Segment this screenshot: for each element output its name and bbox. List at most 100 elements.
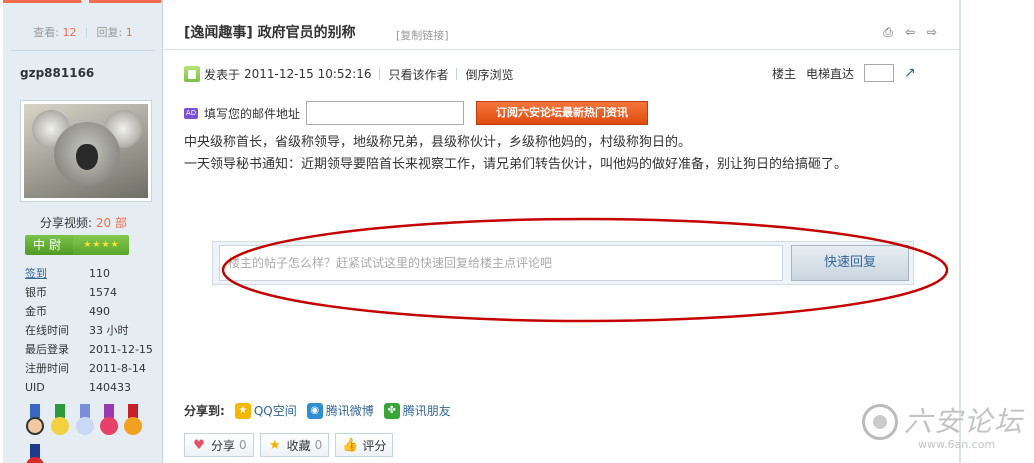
info-value: 33 小时: [89, 324, 129, 337]
email-field[interactable]: [306, 101, 465, 125]
info-row: UID 140433: [25, 378, 155, 397]
share-video-stat[interactable]: 分享视频: 20 部: [40, 214, 127, 231]
user-info-table: 签到 110 银币 1574 金币 490 在线时间 33 小时 最后登录 20…: [25, 264, 155, 397]
medal-icon[interactable]: [25, 404, 45, 442]
koala-nose: [76, 144, 98, 170]
info-row: 银币 1574: [25, 283, 155, 302]
favorite-count: 0: [314, 438, 323, 452]
info-key: 最后登录: [25, 343, 69, 356]
info-row: 注册时间 2011-8-14: [25, 359, 155, 378]
favorite-button-label: 收藏: [286, 438, 311, 453]
info-row: 在线时间 33 小时: [25, 321, 155, 340]
medal-icon[interactable]: [123, 404, 143, 442]
username[interactable]: gzp881166: [20, 66, 94, 80]
share-row: 分享到: ★ QQ空间 ◉ 腾讯微博 ✤ 腾讯朋友: [184, 402, 451, 419]
share-label: 分享到:: [184, 404, 225, 418]
info-key: 银币: [25, 286, 47, 299]
page-border: [960, 0, 961, 463]
info-key: UID: [25, 381, 45, 394]
rate-button-label: 评分: [362, 438, 387, 453]
star-icon: ★: [110, 239, 119, 250]
share-tencent-weibo[interactable]: ◉ 腾讯微博: [306, 402, 374, 419]
email-label: 填写您的邮件地址: [204, 106, 301, 121]
post-title-bar: [逸闻趣事] 政府官员的别称 [复制链接] ⎙ ⇦ ⇨: [164, 0, 960, 50]
thread-stats: 查看: 12 回复: 1: [3, 0, 163, 50]
rank-name: 中尉: [25, 235, 73, 255]
info-value: 2011-12-15: [89, 343, 153, 356]
post-paragraph: 中央级称首长，省级称领导，地级称兄弟，县级称伙计，乡级称他妈的，村级称狗日的。: [184, 135, 692, 150]
watermark-url: www.6an.com: [918, 438, 996, 451]
go-arrow-icon[interactable]: ↗: [904, 65, 920, 81]
thumbs-up-icon: 👍: [342, 437, 359, 453]
watermark-title: 六安论坛: [904, 405, 1025, 438]
medal-list: [25, 404, 145, 463]
info-key[interactable]: 签到: [25, 264, 89, 283]
share-video-label: 分享视频:: [40, 216, 93, 230]
floor-controls: 楼主 电梯直达 ↗: [772, 64, 920, 82]
subscribe-button[interactable]: 订阅六安论坛最新热门资讯: [476, 101, 649, 125]
title-toolbar: ⎙ ⇦ ⇨: [880, 24, 940, 40]
post-main: [逸闻趣事] 政府官员的别称 [复制链接] ⎙ ⇦ ⇨ 发表于 2011-12-…: [164, 0, 960, 463]
info-value: 140433: [89, 381, 131, 394]
replies-label: 回复:: [96, 26, 123, 39]
info-value: 110: [89, 267, 110, 280]
medal-icon[interactable]: [50, 404, 70, 442]
meta-divider: [379, 68, 381, 80]
info-value: 490: [89, 305, 110, 318]
online-status-icon: [184, 66, 200, 82]
info-value: 1574: [89, 286, 117, 299]
koala-avatar-image: [24, 104, 148, 198]
print-icon[interactable]: ⎙: [880, 24, 896, 40]
only-author-link[interactable]: 只看该作者: [388, 66, 448, 83]
share-tencent-weibo-label: 腾讯微博: [325, 404, 374, 418]
share-button-label: 分享: [211, 438, 236, 453]
quick-reply-box: 楼主的帖子怎么样？赶紧试试这里的快速回复给楼主点评论吧 快速回复: [212, 241, 914, 285]
share-qzone-label: QQ空间: [253, 404, 297, 418]
star-icon: ★: [268, 437, 281, 453]
post-content: 中央级称首长，省级称领导，地级称兄弟，县级称伙计，乡级称他妈的，村级称狗日的。 …: [184, 132, 944, 176]
floor-number-input[interactable]: [864, 64, 894, 82]
stats-divider: [86, 28, 87, 38]
previous-thread-icon[interactable]: ⇦: [902, 24, 918, 40]
views-count: 12: [62, 26, 77, 39]
rank-badge: 中尉 ★ ★ ★ ★: [25, 235, 133, 255]
tencent-weibo-icon: ◉: [306, 402, 323, 419]
reverse-order-link[interactable]: 倒序浏览: [465, 66, 513, 83]
copy-link[interactable]: [复制链接]: [396, 27, 449, 43]
info-key: 在线时间: [25, 324, 69, 337]
info-key: 注册时间: [25, 362, 69, 375]
posted-prefix: 发表于: [204, 67, 241, 82]
medal-icon[interactable]: [25, 444, 45, 463]
meta-divider: [456, 68, 458, 80]
info-row: 最后登录 2011-12-15: [25, 340, 155, 359]
post-title: [逸闻趣事] 政府官员的别称: [184, 25, 356, 41]
info-value: 2011-8-14: [89, 362, 146, 375]
floor-label: 楼主: [771, 66, 796, 81]
share-qzone[interactable]: ★ QQ空间: [234, 402, 297, 419]
rate-button[interactable]: 👍 评分: [335, 433, 394, 457]
post-actions: ♥ 分享 0 ★ 收藏 0 👍 评分: [184, 433, 394, 457]
next-thread-icon[interactable]: ⇨: [924, 24, 940, 40]
share-tencent-friends[interactable]: ✤ 腾讯朋友: [383, 402, 451, 419]
share-button[interactable]: ♥ 分享 0: [184, 433, 254, 457]
star-icon: ★: [92, 239, 101, 250]
avatar[interactable]: [20, 100, 152, 202]
quick-reply-button[interactable]: 快速回复: [791, 245, 909, 281]
email-subscribe-row: AD 填写您的邮件地址 订阅六安论坛最新热门资讯: [184, 101, 649, 125]
star-icon: ★: [101, 239, 110, 250]
site-logo-icon: [862, 404, 898, 440]
share-tencent-friends-label: 腾讯朋友: [402, 404, 451, 418]
info-row: 签到 110: [25, 264, 155, 283]
views-label: 查看:: [33, 26, 59, 39]
rank-stars: ★ ★ ★ ★: [73, 235, 129, 255]
share-video-count: 20 部: [95, 216, 127, 230]
tencent-friends-icon: ✤: [383, 402, 400, 419]
quick-reply-input[interactable]: 楼主的帖子怎么样？赶紧试试这里的快速回复给楼主点评论吧: [219, 245, 783, 281]
user-divider: [11, 50, 155, 51]
user-sidebar: 查看: 12 回复: 1 gzp881166 分享视频: 20 部 中尉 ★ ★…: [3, 0, 163, 463]
medal-icon[interactable]: [99, 404, 119, 442]
post-meta: 发表于 2011-12-15 10:52:16 只看该作者 倒序浏览 楼主 电梯…: [184, 64, 944, 84]
favorite-button[interactable]: ★ 收藏 0: [259, 433, 330, 457]
info-key: 金币: [25, 305, 47, 318]
medal-icon[interactable]: [75, 404, 95, 442]
